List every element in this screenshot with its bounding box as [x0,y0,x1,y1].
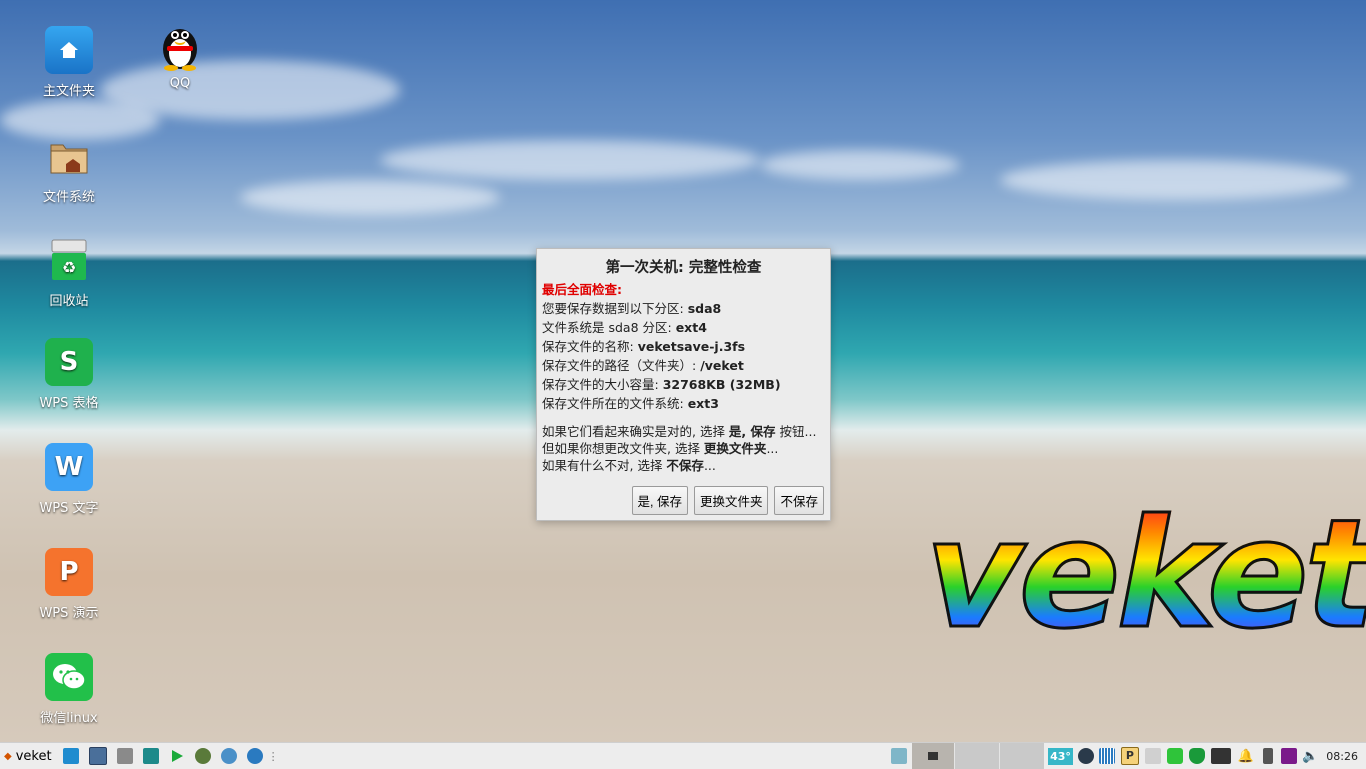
cloud [1000,160,1350,200]
desktop-icon-label: WPS 演示 [39,606,99,621]
info-line-save-size: 保存文件的大小容量: 32768KB (32MB) [542,377,781,392]
start-menu-icon: ◆ [4,750,12,762]
change-folder-button[interactable]: 更换文件夹 [693,486,769,515]
web-browser-icon[interactable] [246,748,263,764]
cloud [380,140,760,180]
launcher-separator: ⋮ [267,749,279,763]
keyboard-icon[interactable] [1210,748,1231,764]
info-line-filesystem: 文件系统是 sda8 分区: ext4 [542,320,707,335]
p-app-icon[interactable]: P [1120,747,1139,765]
cpu-temperature[interactable]: 43° [1048,747,1073,765]
desktop-icon-wps-presentation[interactable]: P WPS 演示 [24,548,114,621]
yes-save-button[interactable]: 是, 保存 [631,486,688,515]
wps-presentation-icon: P [45,548,93,596]
start-menu-label: veket [15,748,52,764]
instruction-no: 如果有什么不对, 选择 不保存... [542,458,716,473]
security-shield-icon[interactable] [1188,748,1205,764]
wechat-icon [45,653,93,701]
workspace-window-icon [928,752,939,760]
shutdown-integrity-dialog: 第一次关机: 完整性检查 最后全面检查: 您要保存数据到以下分区: sda8 文… [536,248,831,521]
desktop-icon-wechat[interactable]: 微信linux [24,653,114,726]
desktop-icon-label: WPS 文字 [39,501,99,516]
desktop-icon-label: WPS 表格 [39,396,99,411]
home-folder-icon [45,26,93,74]
desktop-icon-wps-writer[interactable]: W WPS 文字 [24,443,114,516]
workspace-1[interactable] [912,743,955,769]
svg-text:♻: ♻ [62,258,76,277]
desktop-icon-home-folder[interactable]: 主文件夹 [24,26,114,99]
screenshot-icon[interactable] [891,748,908,764]
music-player-icon[interactable] [194,748,211,764]
clock[interactable]: 08:26 [1326,750,1366,763]
dialog-title: 第一次关机: 完整性检查 [605,260,762,276]
browser-icon[interactable] [220,748,237,764]
network-icon[interactable] [1077,748,1094,764]
show-desktop-icon[interactable] [62,748,79,764]
instruction-yes: 如果它们看起来确实是对的, 选择 是, 保存 按钮... [542,424,817,439]
printer-icon[interactable] [1144,748,1161,764]
wps-sheets-icon: S [45,338,93,386]
info-line-save-path: 保存文件的路径（文件夹）: /veket [542,358,744,373]
info-line-save-fs: 保存文件所在的文件系统: ext3 [542,396,719,411]
workspace-3[interactable] [999,743,1045,769]
cloud [240,180,500,215]
cloud [760,150,960,180]
desktop-icon-wps-sheets[interactable]: S WPS 表格 [24,338,114,411]
desktop-icon-label: 回收站 [49,294,89,309]
desktop-icon-label: QQ [169,76,191,91]
volume-icon[interactable]: 🔈 [1302,749,1318,764]
terminal-icon[interactable] [88,747,107,765]
app-tray-icon[interactable] [1281,748,1298,764]
info-line-save-name: 保存文件的名称: veketsave-j.3fs [542,339,746,354]
workspace-2[interactable] [954,743,1000,769]
file-system-folder-icon [45,132,93,180]
info-line-partition: 您要保存数据到以下分区: sda8 [542,301,722,316]
settings-tools-icon[interactable] [116,748,133,764]
desktop-icon-file-system[interactable]: 文件系统 [24,132,114,205]
instruction-change: 但如果你想更改文件夹, 选择 更换文件夹... [542,441,779,456]
media-player-icon[interactable] [169,748,185,764]
veket-logo: veket [923,499,1366,652]
desktop-icon-qq[interactable]: QQ [135,22,225,91]
desktop-icon-label: 微信linux [40,711,98,726]
desktop-icon-label: 文件系统 [42,190,95,205]
qq-penguin-icon [156,22,204,71]
recycle-bin-icon: ♻ [45,236,93,284]
taskbar: ◆ veket ⋮ 43° P 🔔 🔈 08:26 [0,742,1366,769]
desktop-icon-label: 主文件夹 [42,84,95,99]
file-manager-icon[interactable] [142,748,159,764]
dont-save-button[interactable]: 不保存 [774,486,824,515]
cpu-monitor-icon[interactable] [1098,748,1115,764]
dialog-heading: 最后全面检查: [542,282,622,297]
storage-drive-icon[interactable] [1166,748,1183,764]
start-menu-button[interactable]: ◆ veket [0,749,58,764]
notification-bell-icon[interactable]: 🔔 [1238,749,1254,764]
desktop-icon-recycle-bin[interactable]: ♻ 回收站 [24,236,114,309]
battery-icon[interactable] [1263,748,1274,764]
wps-writer-icon: W [45,443,93,491]
